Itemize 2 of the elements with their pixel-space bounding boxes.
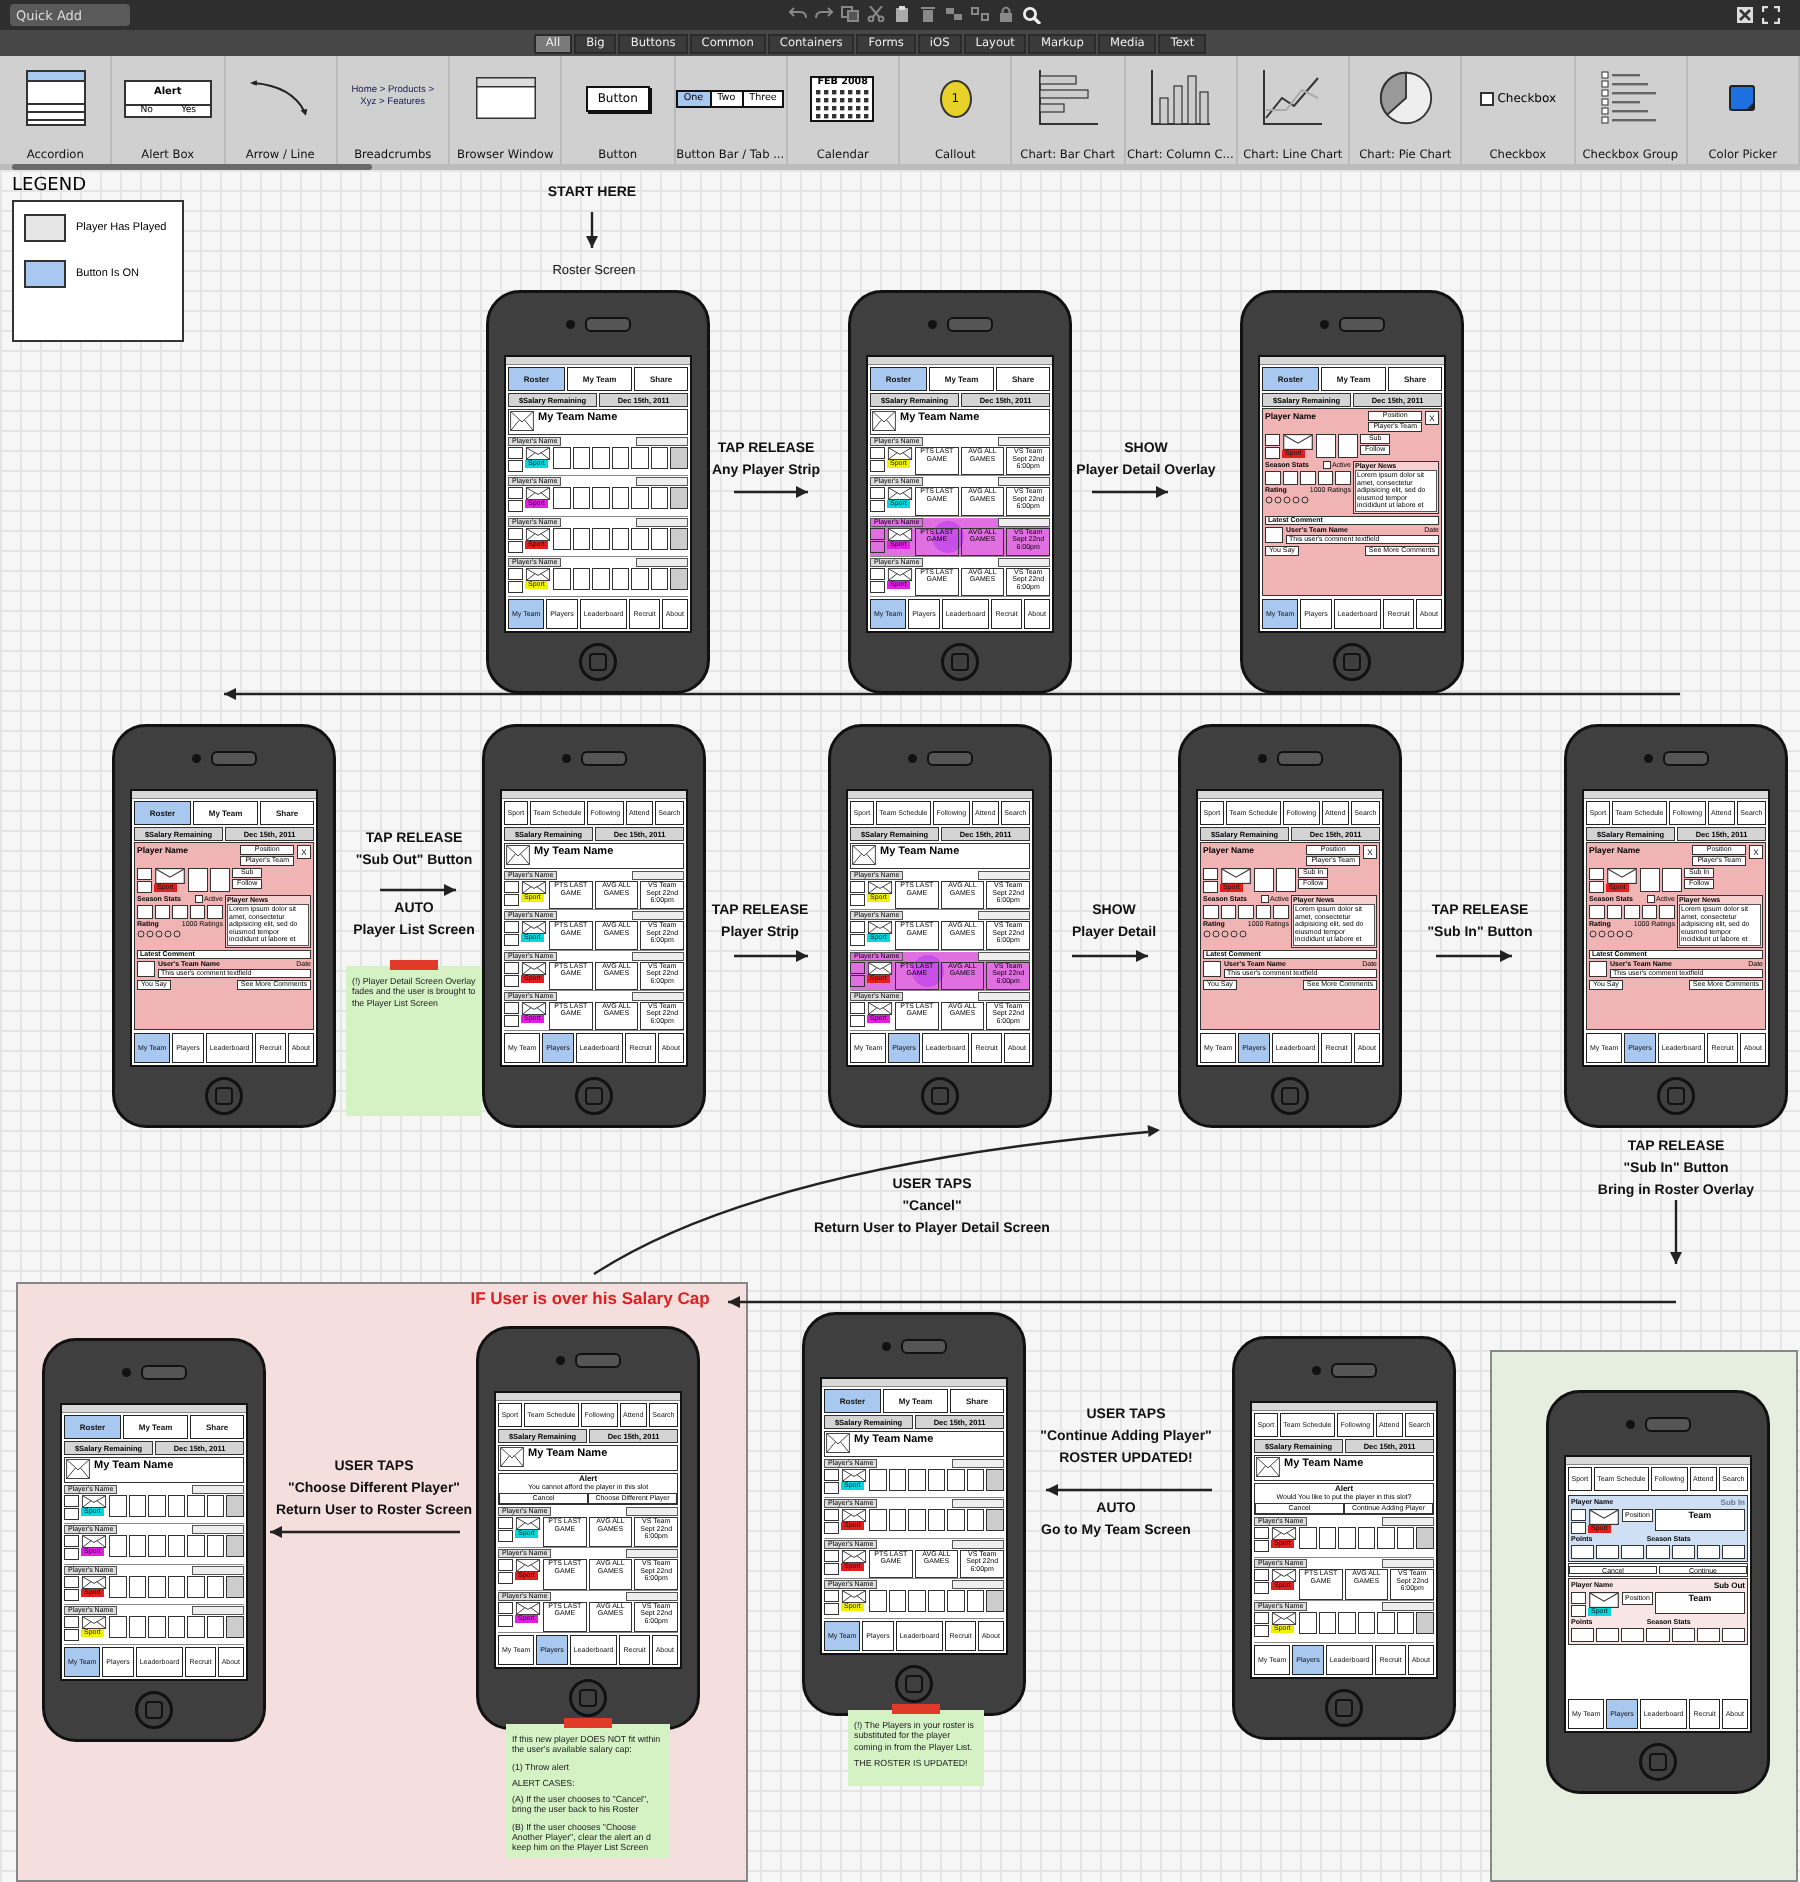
legend-title: LEGEND <box>12 176 87 196</box>
flow-label: IF User is over his Salary Cap <box>470 1288 710 1310</box>
